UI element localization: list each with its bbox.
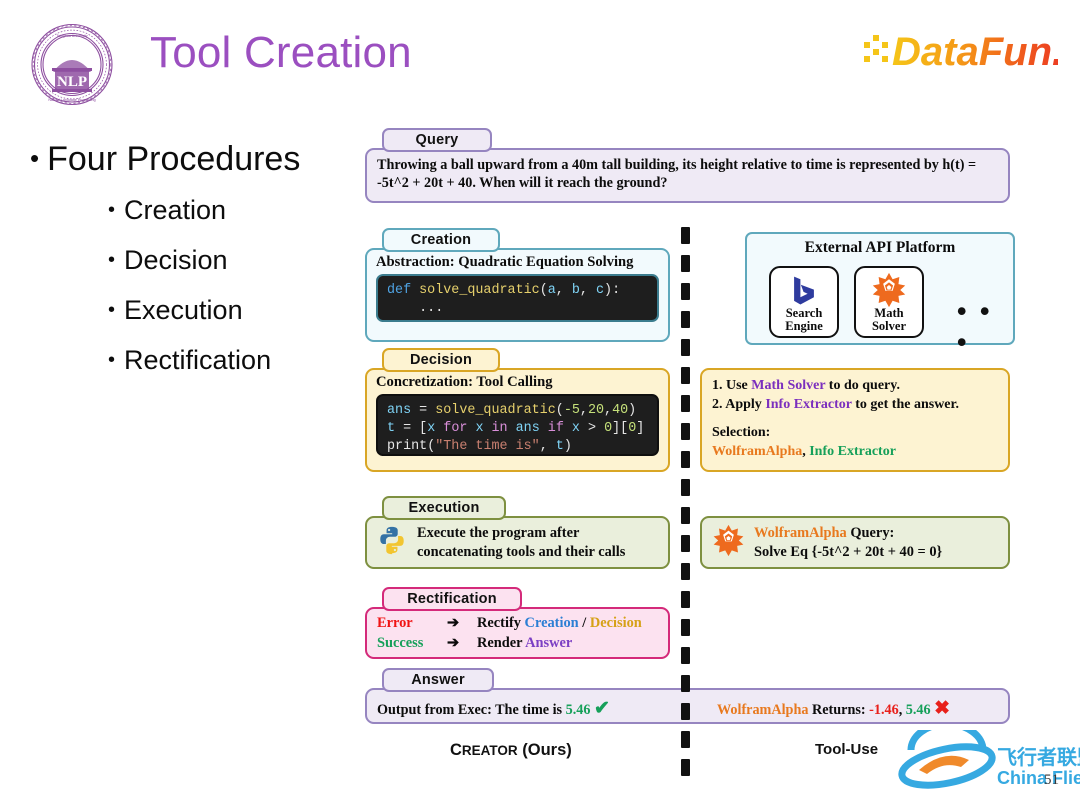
svg-text:NLP: NLP [57, 74, 87, 90]
page-title: Tool Creation [150, 28, 412, 77]
execution-right-line2: Solve Eq {-5t^2 + 20t + 40 = 0} [754, 543, 943, 560]
tab-rectification: Rectification [382, 587, 522, 611]
slide-page-number: 51 [1044, 772, 1059, 788]
bullet-dot-icon: • [30, 143, 40, 173]
bullet-dot-icon: • [108, 249, 116, 271]
decision-selection-values: WolframAlpha, Info Extractor [712, 443, 896, 459]
execution-left-line1: Execute the program after [417, 525, 580, 542]
answer-right: WolframAlpha Returns: -1.46, 5.46 ✖ [717, 698, 951, 719]
thu-nlp-seal-logo: NLP Tsinghua University Natural Language… [26, 22, 118, 107]
answer-left: Output from Exec: The time is 5.46 ✔ [377, 698, 610, 719]
rectification-row-success: Success ➔ Render Answer [377, 633, 668, 653]
execution-right-line1: WolframAlpha Query: [754, 525, 895, 542]
panel-creation: Abstraction: Quadratic Equation Solving … [365, 248, 670, 342]
bullet-dot-icon: • [108, 349, 116, 371]
decision-step-1: 1. Use Math Solver to do query. [712, 378, 900, 393]
datafun-logo: DataFun. [862, 26, 1063, 76]
python-logo-icon [377, 525, 407, 560]
bullet-main: • Four Procedures [30, 140, 301, 178]
query-text: Throwing a ball upward from a 40m tall b… [377, 157, 977, 192]
arrow-icon: ➔ [447, 635, 460, 652]
rectification-row-error: Error ➔ Rectify Creation / Decision [377, 613, 668, 633]
decision-step-2: 2. Apply Info Extractor to get the answe… [712, 396, 959, 412]
tab-query: Query [382, 128, 492, 152]
creation-code-block: def solve_quadratic(a, b, c): ... [376, 274, 659, 322]
caption-tool-use: Tool-Use [815, 741, 879, 758]
api-card-label: Search Engine [785, 305, 823, 333]
check-icon: ✔ [594, 698, 610, 719]
bullet-dot-icon: • [108, 299, 116, 321]
svg-text:China Flier: China Flier [997, 768, 1080, 788]
bullet-sub-decision: • Decision [108, 245, 228, 275]
svg-text:飞行者联盟: 飞行者联盟 [997, 745, 1080, 769]
tab-creation: Creation [382, 228, 500, 252]
caption-creator: CREATOR (Ours) [450, 741, 572, 759]
execution-left-line2: concatenating tools and their calls [417, 543, 626, 560]
api-platform-title: External API Platform [804, 239, 956, 256]
decision-heading: Concretization: Tool Calling [376, 374, 553, 390]
api-ellipsis: • • • [957, 296, 993, 357]
slide-header: NLP Tsinghua University Natural Language… [0, 0, 1080, 115]
china-flier-watermark: 飞行者联盟 China Flier [895, 720, 1080, 802]
panel-decision-left: Concretization: Tool Calling ans = solve… [365, 368, 670, 472]
vertical-dashed-divider [681, 227, 690, 776]
pipeline-diagram: Query Throwing a ball upward from a 40m … [360, 124, 1020, 794]
arrow-icon: ➔ [447, 615, 460, 631]
svg-text:Natural Language Processing: Natural Language Processing [48, 98, 95, 102]
cross-icon: ✖ [934, 698, 951, 719]
panel-decision-right: 1. Use Math Solver to do query. 2. Apply… [700, 368, 1010, 472]
creation-heading: Abstraction: Quadratic Equation Solving [376, 254, 634, 270]
bullet-list: • Four Procedures • Creation • Decision • Ex… [30, 142, 360, 376]
api-card-math-solver[interactable]: Math Solver [854, 266, 924, 338]
bullet-sub-rectification: • Rectification [108, 345, 272, 375]
bullet-dot-icon: • [108, 199, 116, 221]
tab-answer: Answer [382, 668, 494, 692]
bullet-sub-creation: • Creation [108, 195, 227, 225]
panel-query: Throwing a ball upward from a 40m tall b… [365, 148, 1010, 203]
svg-text:Tsinghua University: Tsinghua University [56, 34, 87, 38]
api-card-search-engine[interactable]: Search Engine [769, 266, 839, 338]
panel-external-api-platform: External API Platform Search Engine Math… [745, 232, 1015, 357]
api-card-label: Math Solver [871, 305, 907, 333]
svg-text:DataFun.: DataFun. [892, 30, 1058, 74]
panel-rectification: Error ➔ Rectify Creation / Decision Succes… [365, 607, 670, 659]
tab-decision: Decision [382, 348, 500, 372]
tab-execution: Execution [382, 496, 506, 520]
bullet-sub-execution: • Execution [108, 295, 243, 325]
panel-execution-right: WolframAlpha Query: Solve Eq {-5t^2 + 20… [700, 516, 1010, 569]
wolfram-alpha-icon [712, 524, 745, 562]
decision-selection-label: Selection: [712, 424, 771, 440]
decision-code-block: ans = solve_quadratic(-5,20,40) t = [x f… [376, 394, 659, 456]
panel-execution-left: Execute the program after concatenating … [365, 516, 670, 569]
